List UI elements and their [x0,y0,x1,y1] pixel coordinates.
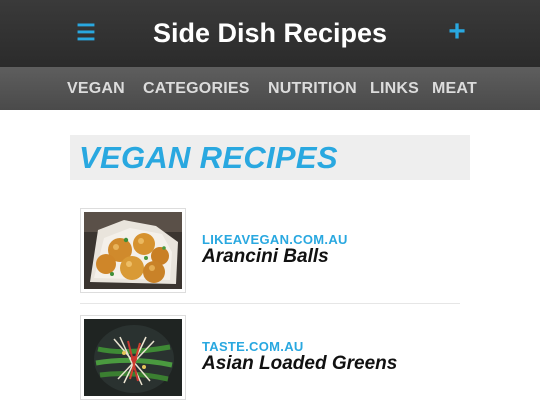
list-divider [80,303,460,304]
category-nav-bar: VEGAN CATEGORIES NUTRITION LINKS MEAT [0,67,540,110]
recipe-name: Asian Loaded Greens [202,353,398,374]
nav-item-categories[interactable]: CATEGORIES [143,67,250,110]
hamburger-menu-icon[interactable]: ☰ [76,20,96,46]
nav-item-vegan[interactable]: VEGAN [67,67,125,110]
nav-item-meat[interactable]: MEAT [432,67,477,110]
asian-loaded-greens-image [84,319,182,396]
recipe-source: TASTE.COM.AU [202,339,304,354]
section-title: VEGAN RECIPES [79,140,338,175]
nav-item-nutrition[interactable]: NUTRITION [268,67,357,110]
add-recipe-button[interactable]: + [445,17,469,47]
section-heading: VEGAN RECIPES [70,135,470,180]
recipe-name: Arancini Balls [202,246,329,267]
recipe-thumbnail [80,208,186,293]
recipe-thumbnail [80,315,186,400]
top-app-bar: ☰ Side Dish Recipes + [0,0,540,67]
recipe-source: LIKEAVEGAN.COM.AU [202,232,348,247]
recipe-list-item[interactable]: LIKEAVEGAN.COM.AU Arancini Balls [80,208,460,304]
arancini-balls-image [84,212,182,289]
nav-item-links[interactable]: LINKS [370,67,419,110]
recipe-list-item[interactable]: TASTE.COM.AU Asian Loaded Greens [80,315,460,411]
